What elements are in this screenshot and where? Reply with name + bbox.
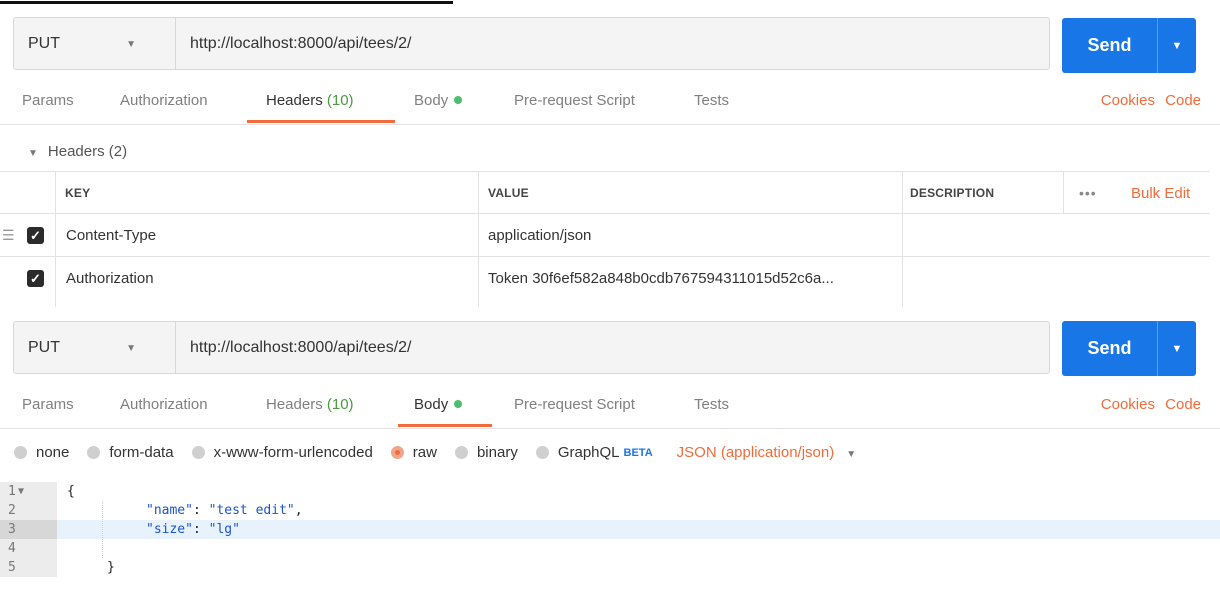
tab-body[interactable]: Body (414, 396, 463, 413)
active-tab-underline (398, 424, 492, 427)
table-row: ✓ Authorization Token 30f6ef582a848b0cdb… (0, 256, 1210, 300)
tab-headers[interactable]: Headers (10) (266, 396, 354, 413)
body-type-form-data[interactable]: form-data (87, 444, 174, 461)
send-button[interactable]: Send ▼ (1062, 18, 1196, 73)
fold-icon[interactable]: ▼ (18, 482, 24, 501)
code-line: 1 ▼ { (0, 482, 1220, 501)
send-button[interactable]: Send ▼ (1062, 321, 1196, 376)
body-type-graphql[interactable]: GraphQL BETA (535, 444, 653, 461)
column-value: VALUE (488, 186, 529, 200)
tabs-divider (0, 428, 1220, 429)
body-active-dot (454, 96, 463, 104)
header-key[interactable]: Authorization (66, 257, 154, 300)
tabs-divider (0, 124, 1220, 125)
drag-handle-icon[interactable]: ☰ (2, 227, 15, 244)
body-type-selector: none form-data x-www-form-urlencoded raw… (14, 444, 856, 461)
code-line: 2 "name": "test edit", (0, 501, 1220, 520)
tab-tests[interactable]: Tests (694, 92, 729, 109)
chevron-down-icon: ▼ (28, 148, 38, 159)
tab-tests[interactable]: Tests (694, 396, 729, 413)
code-line: 4 (0, 539, 1220, 558)
send-dropdown-icon[interactable]: ▼ (1158, 343, 1196, 355)
chevron-down-icon: ▼ (846, 449, 857, 460)
chevron-down-icon: ▼ (126, 39, 136, 50)
request-bar: PUT ▼ http://localhost:8000/api/tees/2/ (13, 321, 1050, 374)
active-tab-underline (247, 120, 395, 123)
tab-pre-request-script[interactable]: Pre-request Script (514, 92, 635, 109)
tab-headers[interactable]: Headers (10) (266, 92, 354, 109)
url-text: http://localhost:8000/api/tees/2/ (190, 34, 412, 52)
content-type-dropdown[interactable]: JSON (application/json) ▼ (677, 444, 856, 461)
headers-section-toggle[interactable]: ▼ Headers (2) (28, 143, 127, 160)
body-active-dot (454, 400, 463, 408)
body-type-raw[interactable]: raw (390, 444, 437, 461)
tab-pre-request-script[interactable]: Pre-request Script (514, 396, 635, 413)
url-text: http://localhost:8000/api/tees/2/ (190, 338, 412, 356)
method-label: PUT (28, 34, 60, 52)
body-type-urlencoded[interactable]: x-www-form-urlencoded (191, 444, 373, 461)
bulk-edit-link[interactable]: Bulk Edit (1131, 172, 1190, 214)
tab-body[interactable]: Body (414, 92, 463, 109)
request-tabs: Params Authorization Headers (10) Body P… (0, 92, 1220, 134)
cookies-link[interactable]: Cookies (1101, 92, 1155, 109)
request-panel-body: PUT ▼ http://localhost:8000/api/tees/2/ … (0, 312, 1220, 596)
tab-params[interactable]: Params (22, 92, 74, 109)
code-editor[interactable]: 1 ▼ { 2 "name": "test edit", 3 "size": "… (0, 482, 1220, 577)
send-label: Send (1062, 321, 1158, 376)
code-link[interactable]: Code (1165, 92, 1201, 109)
chevron-down-icon: ▼ (126, 343, 136, 354)
column-description: DESCRIPTION (910, 186, 995, 200)
tab-params[interactable]: Params (22, 396, 74, 413)
url-input[interactable]: http://localhost:8000/api/tees/2/ (176, 18, 1049, 69)
header-enabled-checkbox[interactable]: ✓ (27, 227, 44, 244)
send-dropdown-icon[interactable]: ▼ (1158, 40, 1196, 52)
more-icon[interactable]: ••• (1079, 172, 1097, 214)
column-key: KEY (65, 186, 91, 200)
request-tabs: Params Authorization Headers (10) Body P… (0, 396, 1220, 438)
header-value[interactable]: Token 30f6ef582a848b0cdb767594311015d52c… (488, 257, 834, 300)
table-row: ☰ ✓ Content-Type application/json (0, 213, 1210, 257)
beta-badge: BETA (623, 446, 653, 459)
method-select[interactable]: PUT ▼ (14, 322, 176, 373)
method-label: PUT (28, 338, 60, 356)
method-select[interactable]: PUT ▼ (14, 18, 176, 69)
table-header-row: KEY VALUE DESCRIPTION ••• Bulk Edit (0, 171, 1210, 214)
request-panel-headers: PUT ▼ http://localhost:8000/api/tees/2/ … (0, 0, 1220, 312)
code-line: 5 } (0, 558, 1220, 577)
url-input[interactable]: http://localhost:8000/api/tees/2/ (176, 322, 1049, 373)
body-type-none[interactable]: none (14, 444, 69, 461)
request-bar: PUT ▼ http://localhost:8000/api/tees/2/ (13, 17, 1050, 70)
header-value[interactable]: application/json (488, 214, 591, 257)
tab-authorization[interactable]: Authorization (120, 396, 208, 413)
code-link[interactable]: Code (1165, 396, 1201, 413)
cookies-link[interactable]: Cookies (1101, 396, 1155, 413)
body-type-binary[interactable]: binary (454, 444, 518, 461)
code-line-highlighted: 3 "size": "lg" (0, 520, 1220, 539)
header-enabled-checkbox[interactable]: ✓ (27, 270, 44, 287)
tab-authorization[interactable]: Authorization (120, 92, 208, 109)
send-label: Send (1062, 18, 1158, 73)
header-key[interactable]: Content-Type (66, 214, 156, 257)
